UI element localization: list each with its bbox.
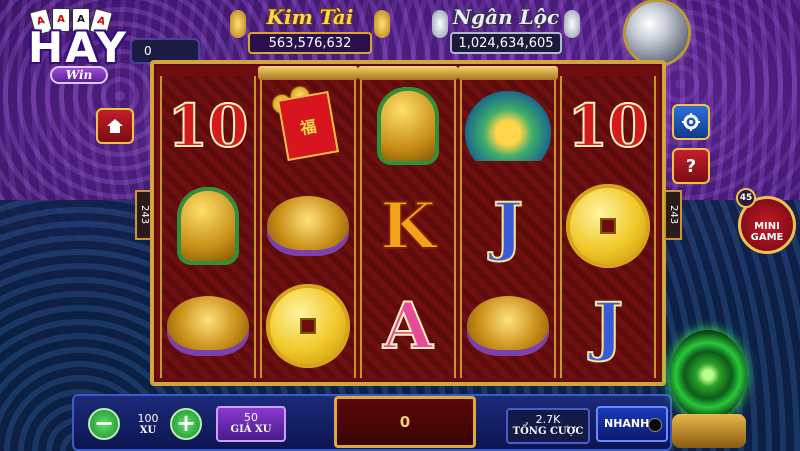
symbol-foo-dog	[162, 176, 254, 276]
reel-1: 10	[160, 76, 256, 378]
symbol-turtle	[162, 276, 254, 376]
symbol-10: 10	[167, 91, 250, 161]
hay-win-logo: A A A A HAY Win	[8, 8, 148, 86]
help-button[interactable]: ?	[672, 148, 710, 184]
foo-dog-icon	[177, 187, 239, 265]
symbol-10: 10	[567, 91, 650, 161]
red-envelope-icon: 福	[277, 90, 339, 162]
gold-coin-icon	[266, 284, 350, 368]
increase-bet-button[interactable]: +	[170, 408, 202, 440]
logo-sub-text: Win	[50, 66, 108, 84]
reel-4: J	[458, 66, 558, 378]
home-button[interactable]	[96, 108, 134, 144]
speed-label: NHANH	[604, 417, 650, 430]
jackpot-title: Ngân Lộc	[452, 5, 560, 29]
symbol-a: A	[382, 288, 434, 365]
spin-button-base	[672, 414, 746, 448]
symbol-k: K	[379, 188, 437, 265]
symbol-turtle	[462, 276, 554, 376]
gold-coin-icon	[566, 184, 650, 268]
xu-value: 100	[137, 412, 159, 425]
jackpot-kim-tai: Kim Tài 563,576,632	[230, 2, 390, 58]
total-bet-label: TỔNG CƯỢC	[512, 426, 584, 437]
jackpot-ngan-loc: Ngân Lộc 1,024,634,605	[432, 2, 580, 58]
symbol-turtle	[262, 176, 354, 276]
symbol-phoenix	[462, 76, 554, 176]
turtle-icon	[267, 196, 349, 256]
symbol-red-envelope: 福	[262, 76, 354, 176]
xu-label: XU	[139, 425, 157, 436]
pearl-orb-icon[interactable]	[626, 2, 688, 64]
settings-button[interactable]	[672, 104, 710, 140]
reel-5: 10 J	[560, 76, 656, 378]
decrease-bet-button[interactable]: −	[88, 408, 120, 440]
mini-game-label-2: GAME	[750, 232, 784, 243]
symbol-coin	[562, 176, 654, 276]
total-bet-display: 2.7K TỔNG CƯỢC	[506, 408, 590, 444]
jackpot-value: 563,576,632	[248, 32, 372, 54]
turtle-icon	[167, 296, 249, 356]
logo-text: HAY	[27, 23, 129, 72]
xu-display: 100 XU	[126, 412, 170, 436]
jackpot-value: 1,024,634,605	[450, 32, 562, 54]
phoenix-icon	[465, 91, 551, 161]
reel-2: 福	[258, 66, 358, 378]
gia-xu-value: 50	[244, 411, 258, 424]
toggle-knob	[648, 418, 662, 432]
mini-game-badge: 45	[736, 188, 756, 208]
spin-button[interactable]	[670, 330, 746, 420]
gear-icon	[682, 113, 700, 131]
jackpot-title: Kim Tài	[266, 5, 354, 29]
win-amount-display: 0	[334, 396, 476, 448]
turtle-icon	[467, 296, 549, 356]
symbol-j: J	[492, 188, 524, 265]
foo-dog-icon	[377, 87, 439, 165]
mini-game-label-1: MINI	[754, 221, 780, 232]
total-bet-value: 2.7K	[535, 413, 561, 426]
symbol-foo-dog	[362, 76, 454, 176]
ways-count-right: 243	[664, 190, 682, 240]
gia-xu-label: GIÁ XU	[230, 424, 272, 435]
home-icon	[107, 119, 123, 133]
reel-3: K A	[358, 66, 458, 378]
coin-value-button[interactable]: 50 GIÁ XU	[216, 406, 286, 442]
speed-toggle[interactable]: NHANH	[596, 406, 668, 442]
reels-frame: 10 福 K A J 10 J	[150, 60, 666, 386]
symbol-j: J	[592, 288, 624, 365]
symbol-coin	[262, 276, 354, 376]
